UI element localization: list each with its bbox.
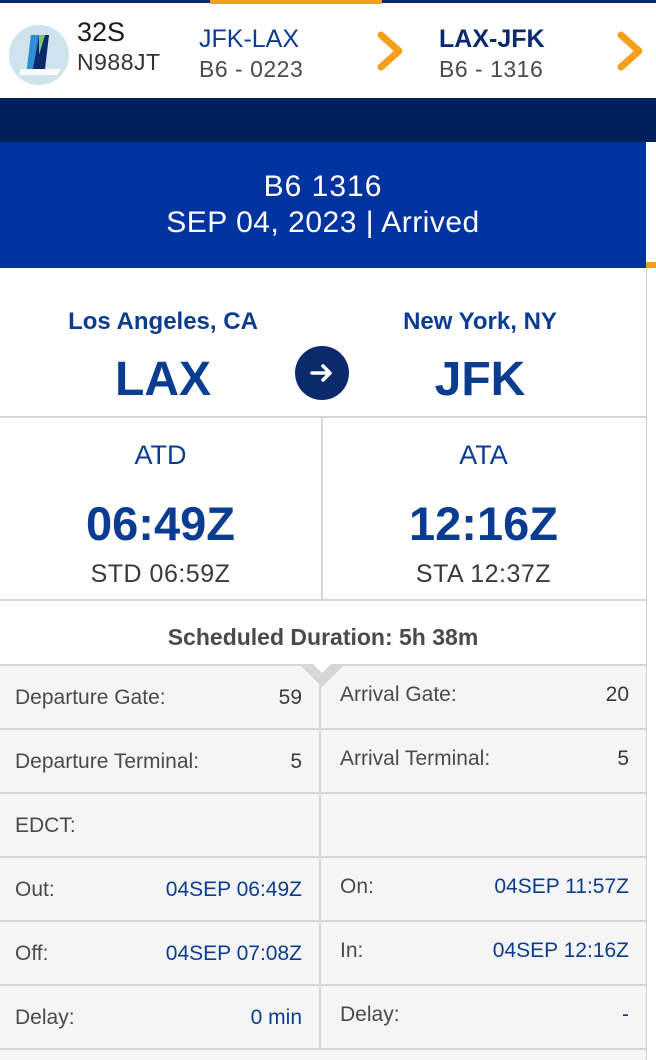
detail-cell: In: 04SEP 12:16Z	[323, 922, 646, 984]
detail-cell: On: 04SEP 11:57Z	[323, 858, 646, 920]
detail-cell: EDCT:	[0, 794, 321, 856]
route-section: Los Angeles, CA LAX New York, NY JFK	[0, 268, 646, 418]
arrival-scheduled-time: STA 12:37Z	[415, 560, 552, 588]
departure-terminal-label: Departure Terminal:	[15, 750, 200, 773]
in-time-value: 04SEP 12:16Z	[492, 939, 629, 962]
airline-tail-logo	[9, 25, 69, 85]
detail-row-edct: EDCT:	[0, 794, 646, 858]
leg-tab-jfk-lax[interactable]: JFK-LAX B6 - 0223	[199, 25, 303, 83]
leg-tab-lax-jfk[interactable]: LAX-JFK B6 - 1316	[439, 25, 545, 83]
aircraft-type: 32S	[77, 17, 126, 47]
arrival-delay-value: -	[622, 1003, 629, 1026]
arrival-time-label: ATA	[459, 440, 508, 470]
times-section: ATD 06:49Z STD 06:59Z ATA 12:16Z STA 12:…	[0, 418, 646, 601]
departure-delay-label: Delay:	[15, 1006, 75, 1029]
out-label: Out:	[15, 878, 55, 901]
leg-route: JFK-LAX	[199, 25, 300, 53]
arrival-delay-label: Delay:	[340, 1003, 400, 1026]
departure-gate-value: 59	[278, 686, 302, 709]
departure-scheduled-time: STD 06:59Z	[90, 560, 231, 588]
header-band	[0, 98, 656, 142]
edct-label: EDCT:	[15, 814, 76, 837]
flight-details-grid: Departure Gate: 59 Arrival Gate: 20 Depa…	[0, 664, 646, 1060]
departure-time-block: ATD 06:49Z STD 06:59Z	[0, 418, 321, 601]
leg-flight-number: B6 - 1316	[439, 56, 544, 82]
detail-cell: Arrival Terminal: 5	[323, 730, 646, 792]
out-time-value: 04SEP 06:49Z	[165, 878, 302, 901]
detail-cell: Delay: -	[323, 986, 646, 1048]
arrival-time-value: 12:16Z	[409, 497, 558, 550]
detail-cell: Delay: 0 min	[0, 986, 321, 1048]
detail-cell	[323, 794, 646, 856]
destination-city: New York, NY	[403, 308, 557, 335]
origin-city: Los Angeles, CA	[68, 308, 258, 335]
destination-code: JFK	[434, 353, 526, 406]
chevron-right-icon[interactable]	[375, 31, 405, 71]
detail-cell: Arrival Gate: 20	[323, 666, 646, 728]
panel-edge	[646, 268, 647, 1060]
detail-row-delay: Delay: 0 min Delay: -	[0, 986, 646, 1050]
departure-delay-value: 0 min	[250, 1006, 302, 1029]
notch-pointer	[301, 652, 343, 673]
scroll-indicator	[646, 262, 656, 268]
chevron-right-icon[interactable]	[615, 31, 645, 71]
departure-time-value: 06:49Z	[86, 497, 235, 550]
off-time-value: 04SEP 07:08Z	[165, 942, 302, 965]
detail-cell: Departure Gate: 59	[0, 666, 321, 728]
departure-terminal-value: 5	[290, 750, 302, 773]
off-label: Off:	[15, 942, 49, 965]
departure-gate-label: Departure Gate:	[15, 686, 166, 709]
scheduled-duration-text: Scheduled Duration: 5h 38m	[167, 624, 479, 650]
arrival-gate-value: 20	[605, 683, 629, 706]
detail-row-out-on: Out: 04SEP 06:49Z On: 04SEP 11:57Z	[0, 858, 646, 922]
detail-row-terminal: Departure Terminal: 5 Arrival Terminal: …	[0, 730, 646, 794]
detail-cell: Departure Terminal: 5	[0, 730, 321, 792]
flight-date-status: SEP 04, 2023 | Arrived	[166, 206, 480, 239]
leg-route: LAX-JFK	[439, 25, 545, 53]
departure-time-label: ATD	[134, 440, 187, 470]
arrival-gate-label: Arrival Gate:	[340, 683, 457, 706]
tail-number: N988JT	[77, 49, 161, 75]
arrival-terminal-value: 5	[617, 747, 629, 770]
detail-cell: Out: 04SEP 06:49Z	[0, 858, 321, 920]
leg-flight-number: B6 - 0223	[199, 56, 304, 82]
origin-code: LAX	[115, 353, 211, 406]
detail-cell: Off: 04SEP 07:08Z	[0, 922, 321, 984]
flight-number: B6 1316	[263, 170, 383, 203]
on-time-value: 04SEP 11:57Z	[494, 875, 629, 898]
flight-header: B6 1316 SEP 04, 2023 | Arrived	[0, 142, 646, 268]
arrival-time-block: ATA 12:16Z STA 12:37Z	[323, 418, 644, 601]
detail-row-off-in: Off: 04SEP 07:08Z In: 04SEP 12:16Z	[0, 922, 646, 986]
arrival-terminal-label: Arrival Terminal:	[340, 747, 491, 770]
in-label: In:	[340, 939, 364, 962]
arrow-right-circle-icon	[295, 346, 349, 400]
active-leg-indicator	[210, 0, 382, 4]
flight-legs-strip: 32S N988JT JFK-LAX B6 - 0223 LAX-JFK B6 …	[0, 0, 656, 98]
on-label: On:	[340, 875, 374, 898]
